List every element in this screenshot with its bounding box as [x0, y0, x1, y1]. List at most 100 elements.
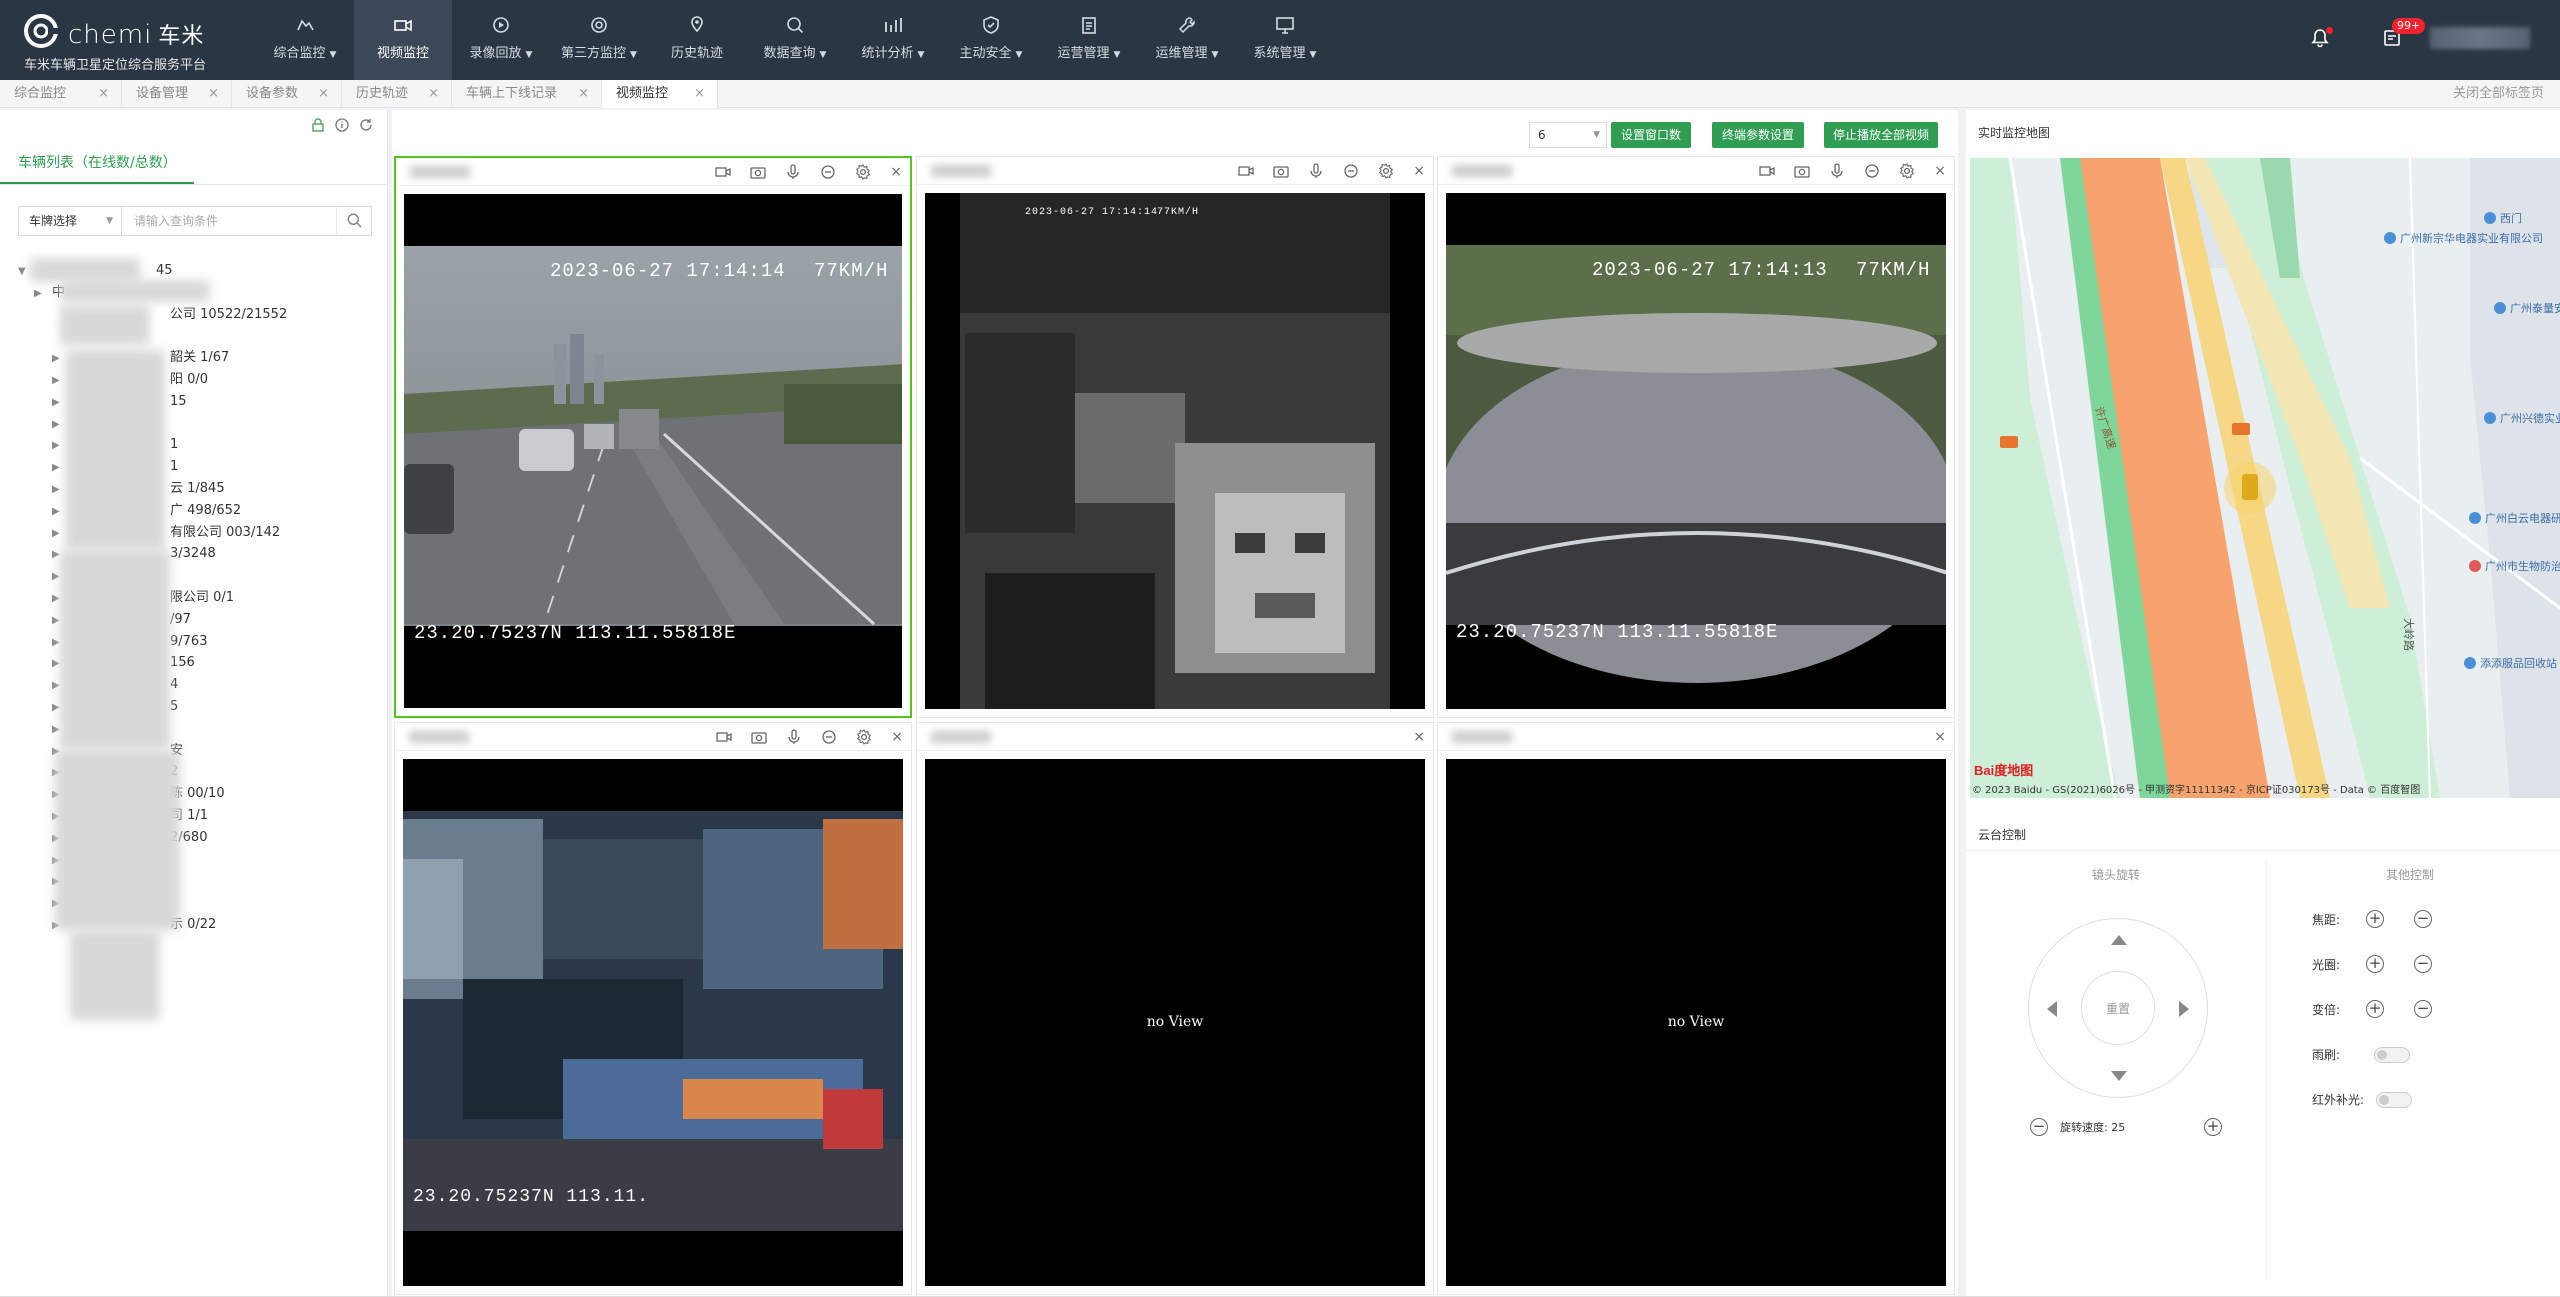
record-icon[interactable]: [716, 729, 732, 745]
video-player[interactable]: 2023-06-27 17:14:14 77KM/H 23.20.75237N 11…: [404, 194, 902, 708]
microphone-icon[interactable]: [786, 729, 802, 745]
video-window[interactable]: × 2023-06-27 17:14:14 77KM/H: [916, 156, 1434, 718]
close-icon[interactable]: ×: [891, 729, 903, 745]
tab-item[interactable]: 视频监控 ×: [602, 80, 718, 108]
search-input[interactable]: [122, 206, 372, 236]
nav-item[interactable]: 运营管理 ▼: [1040, 0, 1138, 80]
settings-icon[interactable]: [1378, 163, 1394, 179]
close-icon[interactable]: ×: [1413, 729, 1425, 745]
tree-expand-icon[interactable]: ▶: [52, 523, 62, 545]
tree-expand-icon[interactable]: ▶: [52, 501, 62, 523]
nav-item[interactable]: 统计分析 ▼: [844, 0, 942, 80]
ptz-down-button[interactable]: [2111, 1071, 2127, 1081]
tree-expand-icon[interactable]: ▶: [52, 392, 62, 414]
focus-decrease-button[interactable]: −: [2414, 910, 2432, 928]
nav-item[interactable]: 系统管理 ▼: [1236, 0, 1334, 80]
ptz-left-button[interactable]: [2047, 1001, 2057, 1017]
settings-icon[interactable]: [856, 729, 872, 745]
video-player[interactable]: 23.20.75237N 113.11.: [403, 759, 903, 1286]
camera-icon[interactable]: [750, 164, 766, 180]
video-player[interactable]: 2023-06-27 17:14:14 77KM/H: [925, 193, 1425, 709]
tree-expand-icon[interactable]: ▶: [52, 479, 62, 501]
tab-item[interactable]: 设备参数 ×: [232, 80, 342, 108]
vehicle-marker-icon[interactable]: [2242, 474, 2258, 500]
chat-icon[interactable]: [821, 729, 837, 745]
nav-item[interactable]: 综合监控 ▼: [256, 0, 354, 80]
aperture-decrease-button[interactable]: −: [2414, 955, 2432, 973]
chat-icon[interactable]: [820, 164, 836, 180]
tree-expand-icon[interactable]: ▶: [52, 370, 62, 392]
window-count-select[interactable]: 6 ▼: [1529, 122, 1607, 148]
video-player[interactable]: 2023-06-27 17:14:13 77KM/H 23.20.75237N 11…: [1446, 193, 1946, 709]
user-name[interactable]: [2430, 27, 2530, 49]
tree-expand-icon[interactable]: ▼: [18, 261, 28, 283]
search-button[interactable]: [336, 206, 372, 236]
info-icon[interactable]: [335, 118, 349, 132]
refresh-icon[interactable]: [359, 118, 373, 132]
realtime-map[interactable]: 许广高速 西门 广州新宗华电器实业有限公司 广州泰量安装有限 广州兴德实业有限 …: [1970, 158, 2560, 798]
video-window[interactable]: × 2023-06-27 17:14:14 77KM/H 23.20.75237N 1…: [394, 156, 912, 718]
video-window[interactable]: × 2023-06-27 17:14:13 77KM/H 23.20.75237N 1…: [1437, 156, 1955, 718]
tab-item[interactable]: 设备管理 ×: [122, 80, 232, 108]
ptz-up-button[interactable]: [2111, 935, 2127, 945]
microphone-icon[interactable]: [1829, 163, 1845, 179]
settings-icon[interactable]: [855, 164, 871, 180]
zoom-increase-button[interactable]: +: [2366, 1000, 2384, 1018]
speed-increase-button[interactable]: +: [2204, 1118, 2222, 1136]
aperture-increase-button[interactable]: +: [2366, 955, 2384, 973]
map-canvas[interactable]: 许广高速 西门 广州新宗华电器实业有限公司 广州泰量安装有限 广州兴德实业有限 …: [1970, 158, 2560, 798]
close-icon[interactable]: ×: [1413, 163, 1425, 179]
camera-icon[interactable]: [751, 729, 767, 745]
record-icon[interactable]: [1238, 163, 1254, 179]
chat-icon[interactable]: [1343, 163, 1359, 179]
speed-decrease-button[interactable]: −: [2030, 1118, 2048, 1136]
video-window[interactable]: × no View: [916, 722, 1434, 1295]
zoom-decrease-button[interactable]: −: [2414, 1000, 2432, 1018]
tab-item[interactable]: 综合监控 ×: [0, 80, 122, 108]
record-icon[interactable]: [715, 164, 731, 180]
close-icon[interactable]: ×: [208, 80, 219, 108]
camera-icon[interactable]: [1794, 163, 1810, 179]
close-all-tabs-button[interactable]: 关闭全部标签页: [2453, 80, 2544, 108]
plate-select[interactable]: 车牌选择 ▼: [18, 206, 122, 236]
video-window[interactable]: × no View: [1437, 722, 1955, 1295]
tree-expand-icon[interactable]: ▶: [52, 348, 62, 370]
nav-item[interactable]: 运维管理 ▼: [1138, 0, 1236, 80]
microphone-icon[interactable]: [785, 164, 801, 180]
close-icon[interactable]: ×: [1934, 729, 1946, 745]
focus-increase-button[interactable]: +: [2366, 910, 2384, 928]
tab-item[interactable]: 历史轨迹 ×: [342, 80, 452, 108]
nav-item[interactable]: 第三方监控 ▼: [550, 0, 648, 80]
video-window[interactable]: × 23.20.75237N 113.11.: [394, 722, 912, 1295]
close-icon[interactable]: ×: [1934, 163, 1946, 179]
set-window-count-button[interactable]: 设置窗口数: [1611, 122, 1691, 148]
tab-item[interactable]: 车辆上下线记录 ×: [452, 80, 602, 108]
tree-expand-icon[interactable]: ▶: [34, 283, 44, 305]
video-player[interactable]: no View: [1446, 759, 1946, 1286]
nav-item[interactable]: 录像回放 ▼: [452, 0, 550, 80]
close-icon[interactable]: ×: [578, 80, 589, 108]
brand-logo[interactable]: chemi 车米 车米车辆卫星定位综合服务平台: [24, 12, 244, 73]
terminal-params-button[interactable]: 终端参数设置: [1712, 122, 1804, 148]
microphone-icon[interactable]: [1308, 163, 1324, 179]
nav-item[interactable]: 历史轨迹: [648, 0, 746, 80]
close-icon[interactable]: ×: [428, 80, 439, 108]
wiper-toggle[interactable]: [2374, 1047, 2410, 1063]
nav-item[interactable]: 视频监控: [354, 0, 452, 80]
ir-light-toggle[interactable]: [2376, 1092, 2412, 1108]
tree-expand-icon[interactable]: ▶: [52, 414, 62, 436]
close-icon[interactable]: ×: [318, 80, 329, 108]
tree-expand-icon[interactable]: ▶: [52, 435, 62, 457]
tree-expand-icon[interactable]: ▶: [52, 457, 62, 479]
close-icon[interactable]: ×: [694, 80, 705, 108]
stop-all-video-button[interactable]: 停止播放全部视频: [1824, 122, 1938, 148]
record-icon[interactable]: [1759, 163, 1775, 179]
ptz-right-button[interactable]: [2179, 1001, 2189, 1017]
chat-icon[interactable]: [1864, 163, 1880, 179]
close-icon[interactable]: ×: [890, 164, 902, 180]
video-player[interactable]: no View: [925, 759, 1425, 1286]
camera-icon[interactable]: [1273, 163, 1289, 179]
vehicle-list-tab[interactable]: 车辆列表（在线数/总数）: [18, 152, 177, 172]
lock-icon[interactable]: [311, 118, 325, 132]
close-icon[interactable]: ×: [98, 80, 109, 108]
